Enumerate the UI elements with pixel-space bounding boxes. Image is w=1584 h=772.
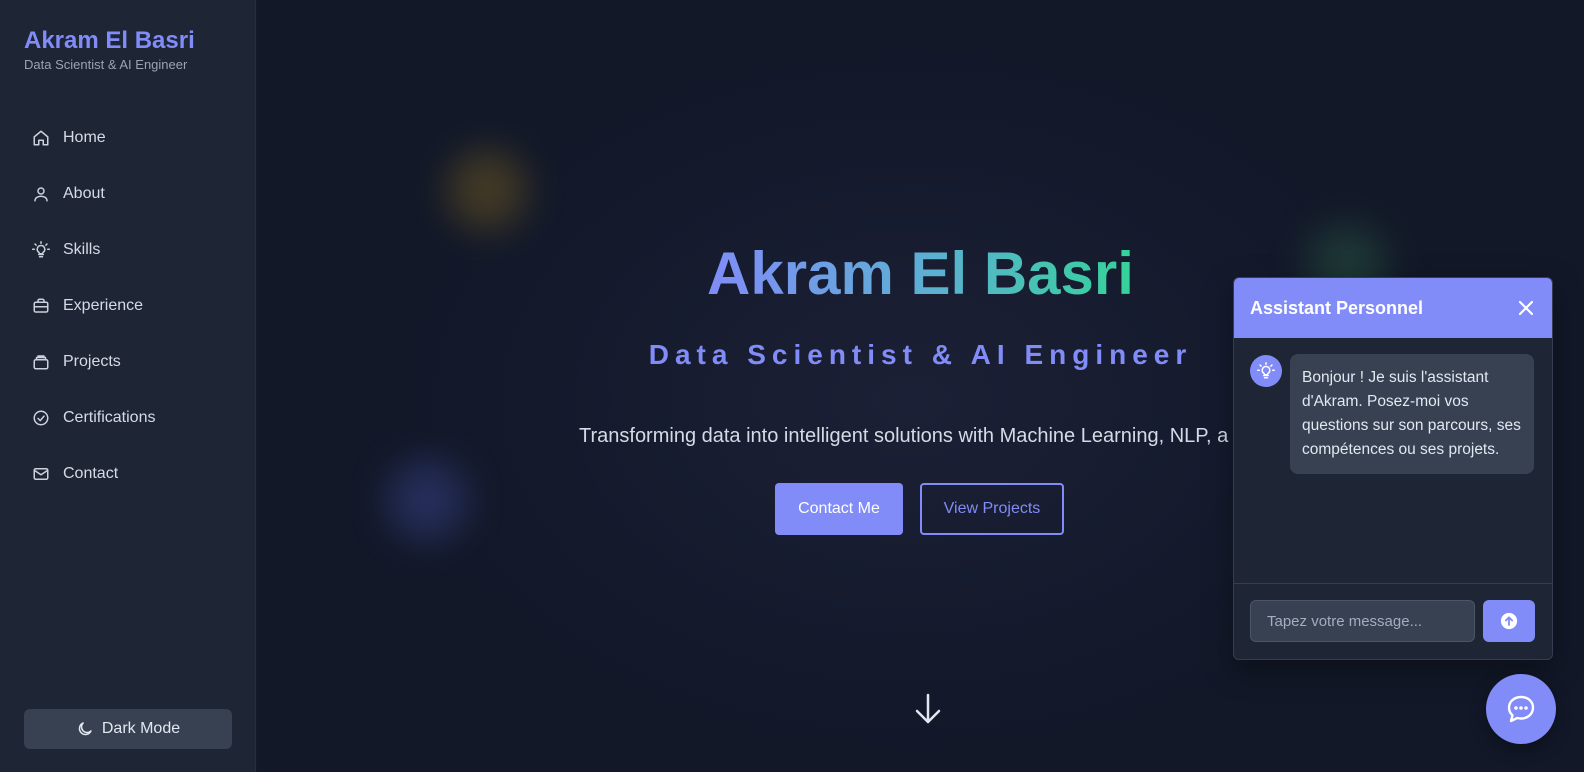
lightbulb-icon bbox=[1257, 362, 1275, 380]
chat-messages: Bonjour ! Je suis l'assistant d'Akram. P… bbox=[1234, 338, 1552, 585]
decorative-blob bbox=[447, 150, 527, 230]
home-icon bbox=[32, 129, 50, 147]
user-icon bbox=[32, 185, 50, 203]
decorative-blob bbox=[387, 460, 467, 540]
sidebar-item-projects[interactable]: Projects bbox=[16, 338, 240, 386]
sidebar-item-home[interactable]: Home bbox=[16, 114, 240, 162]
chat-toggle-button[interactable] bbox=[1486, 674, 1556, 744]
dark-mode-label: Dark Mode bbox=[101, 720, 181, 737]
sidebar-item-about[interactable]: About bbox=[16, 170, 240, 218]
sidebar-item-contact[interactable]: Contact bbox=[16, 450, 240, 498]
bot-avatar bbox=[1250, 355, 1282, 387]
sidebar-item-label: Skills bbox=[63, 241, 101, 258]
mail-icon bbox=[32, 465, 50, 483]
chat-panel: Assistant Personnel Bonjour ! Je suis l'… bbox=[1233, 277, 1553, 660]
brand: Akram El Basri Data Scientist & AI Engin… bbox=[24, 26, 195, 72]
check-circle-icon bbox=[32, 409, 50, 427]
sidebar-item-label: About bbox=[63, 185, 105, 202]
brand-name[interactable]: Akram El Basri bbox=[24, 26, 195, 56]
dark-mode-toggle[interactable]: Dark Mode bbox=[24, 709, 232, 749]
sidebar-item-experience[interactable]: Experience bbox=[16, 282, 240, 330]
chat-bubble-icon bbox=[1505, 693, 1537, 725]
sidebar: Akram El Basri Data Scientist & AI Engin… bbox=[0, 0, 256, 772]
view-projects-button[interactable]: View Projects bbox=[920, 483, 1064, 535]
send-button[interactable] bbox=[1483, 600, 1535, 642]
contact-me-button[interactable]: Contact Me bbox=[775, 483, 903, 535]
close-icon[interactable] bbox=[1516, 298, 1536, 318]
sidebar-item-label: Experience bbox=[63, 297, 144, 314]
sidebar-item-certifications[interactable]: Certifications bbox=[16, 394, 240, 442]
sidebar-nav: Home About Skills Experience Projects Ce… bbox=[16, 114, 240, 506]
sidebar-item-label: Projects bbox=[63, 353, 121, 370]
sidebar-item-label: Home bbox=[63, 129, 106, 146]
sidebar-item-label: Certifications bbox=[63, 409, 156, 426]
brand-subtitle: Data Scientist & AI Engineer bbox=[24, 57, 188, 72]
briefcase-icon bbox=[32, 297, 50, 315]
sidebar-item-skills[interactable]: Skills bbox=[16, 226, 240, 274]
chat-input-bar bbox=[1234, 583, 1552, 659]
arrow-up-circle-icon bbox=[1500, 612, 1518, 630]
scroll-down-arrow-icon[interactable] bbox=[915, 693, 941, 725]
sidebar-item-label: Contact bbox=[63, 465, 119, 482]
hero-description: Transforming data into intelligent solut… bbox=[579, 425, 1229, 447]
chat-title: Assistant Personnel bbox=[1250, 297, 1424, 318]
hero-name: Akram El Basri bbox=[707, 240, 1134, 307]
lightbulb-icon bbox=[32, 241, 50, 259]
folder-icon bbox=[32, 353, 50, 371]
chat-message-input[interactable] bbox=[1250, 600, 1475, 642]
moon-icon bbox=[76, 720, 94, 738]
bot-message: Bonjour ! Je suis l'assistant d'Akram. P… bbox=[1290, 354, 1534, 474]
chat-header: Assistant Personnel bbox=[1234, 278, 1552, 338]
